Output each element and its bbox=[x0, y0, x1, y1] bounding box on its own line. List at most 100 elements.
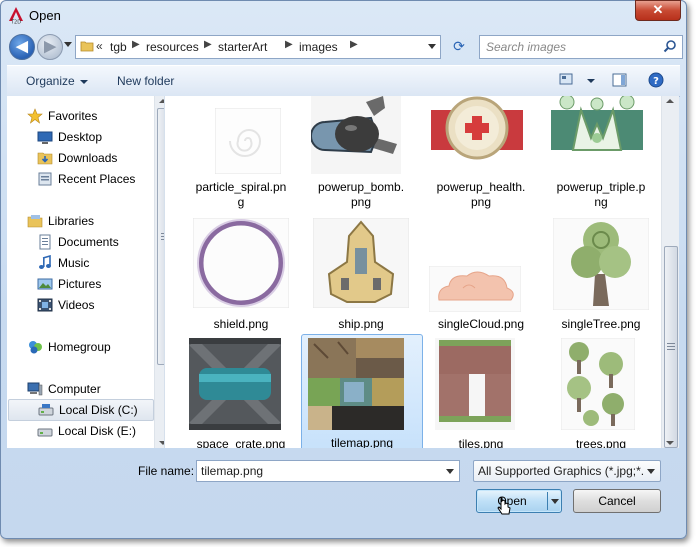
open-button[interactable]: Open bbox=[476, 489, 562, 513]
nav-label: Computer bbox=[48, 382, 101, 396]
nav-documents[interactable]: Documents bbox=[37, 232, 164, 252]
scroll-thumb[interactable] bbox=[157, 108, 164, 365]
file-list-scrollbar[interactable] bbox=[661, 96, 679, 448]
tilemap-thumbnail bbox=[308, 338, 404, 430]
forward-button[interactable]: ▶ bbox=[37, 34, 63, 60]
file-name: powerup_bomb. png bbox=[317, 180, 405, 209]
chevron-right-icon[interactable]: ▶ bbox=[285, 39, 293, 50]
preview-pane-icon[interactable] bbox=[612, 72, 628, 88]
chevron-down-icon[interactable] bbox=[647, 469, 655, 474]
file-item[interactable]: shield.png bbox=[181, 216, 301, 334]
nav-scrollbar[interactable] bbox=[154, 96, 164, 448]
downloads-folder-icon bbox=[37, 152, 53, 165]
open-dialog: T2D Open ✕ ◀ ▶ « tgb ▶ resources ▶ start… bbox=[0, 0, 687, 539]
desktop-icon bbox=[37, 131, 53, 144]
nav-label: Libraries bbox=[48, 214, 95, 228]
nav-music[interactable]: Music bbox=[37, 253, 164, 273]
breadcrumb-images[interactable]: images bbox=[299, 40, 338, 54]
grip-line bbox=[667, 343, 675, 344]
single-tree-thumbnail bbox=[553, 218, 649, 310]
close-button[interactable]: ✕ bbox=[635, 0, 681, 21]
file-list: particle_spiral.pn g powerup_bomb. png pow… bbox=[165, 96, 661, 448]
breadcrumb-tgb[interactable]: tgb bbox=[110, 40, 127, 54]
nav-label: Desktop bbox=[58, 130, 103, 144]
file-name: powerup_health. png bbox=[436, 180, 526, 209]
nav-homegroup[interactable]: Homegroup bbox=[27, 337, 164, 357]
scroll-thumb[interactable] bbox=[664, 246, 678, 448]
dialog-footer: File name: tilemap.png All Supported Gra… bbox=[1, 449, 686, 537]
chevron-down-icon[interactable] bbox=[446, 469, 454, 474]
chevron-right-icon[interactable]: ▶ bbox=[204, 39, 212, 50]
cancel-button[interactable]: Cancel bbox=[573, 489, 661, 513]
file-item[interactable]: trees.png bbox=[541, 336, 661, 448]
file-item[interactable]: tiles.png bbox=[421, 336, 541, 448]
nav-desktop[interactable]: Desktop bbox=[37, 127, 164, 147]
grip-line bbox=[667, 349, 675, 350]
nav-label: Pictures bbox=[58, 277, 102, 291]
recent-places-icon bbox=[38, 172, 52, 186]
file-item[interactable]: ship.png bbox=[301, 216, 421, 334]
libraries-icon bbox=[27, 215, 43, 228]
help-icon[interactable]: ? bbox=[648, 72, 664, 88]
nav-local-disk-c[interactable]: Local Disk (C:) bbox=[8, 399, 154, 421]
file-type-value: All Supported Graphics (*.jpg;*. bbox=[478, 464, 645, 478]
file-item[interactable]: powerup_health. png bbox=[421, 96, 541, 212]
breadcrumb-starterart[interactable]: starterArt bbox=[218, 40, 267, 54]
breadcrumb-resources[interactable]: resources bbox=[146, 40, 199, 54]
file-name-input[interactable]: tilemap.png bbox=[201, 464, 263, 478]
split-divider bbox=[547, 492, 548, 510]
nav-computer[interactable]: Computer bbox=[27, 379, 164, 399]
address-bar[interactable]: « tgb ▶ resources ▶ starterArt ▶ images … bbox=[75, 35, 441, 59]
address-dropdown-icon[interactable] bbox=[428, 44, 436, 49]
organize-button[interactable]: Organize bbox=[26, 74, 88, 88]
file-name-label: File name: bbox=[138, 464, 195, 478]
chevron-right-icon[interactable]: ▶ bbox=[350, 39, 358, 50]
nav-pictures[interactable]: Pictures bbox=[37, 274, 164, 294]
file-item[interactable]: space_crate.png bbox=[181, 336, 301, 448]
file-name-field[interactable]: tilemap.png bbox=[196, 460, 460, 482]
new-folder-button[interactable]: New folder bbox=[117, 74, 174, 88]
history-dropdown-icon[interactable] bbox=[64, 42, 72, 47]
file-type-filter[interactable]: All Supported Graphics (*.jpg;*. bbox=[473, 460, 661, 482]
nav-local-disk-e[interactable]: Local Disk (E:) bbox=[37, 421, 164, 441]
scroll-up-icon[interactable] bbox=[666, 99, 674, 103]
videos-icon bbox=[37, 298, 53, 312]
scroll-down-icon[interactable] bbox=[666, 441, 674, 445]
open-label: Open bbox=[497, 494, 527, 508]
window-title: Open bbox=[29, 8, 61, 23]
homegroup-icon bbox=[29, 341, 42, 354]
view-dropdown-icon[interactable] bbox=[587, 79, 595, 83]
nav-label: Homegroup bbox=[48, 340, 111, 354]
nav-label: Local Disk (E:) bbox=[58, 424, 137, 438]
nav-downloads[interactable]: Downloads bbox=[37, 148, 164, 168]
file-item[interactable]: powerup_triple.p ng bbox=[541, 96, 661, 212]
nav-recent-places[interactable]: Recent Places bbox=[37, 169, 164, 189]
shield-thumbnail bbox=[193, 218, 289, 308]
open-options-icon[interactable] bbox=[551, 499, 559, 504]
file-item[interactable]: powerup_bomb. png bbox=[301, 96, 421, 212]
grip-line bbox=[667, 346, 675, 347]
file-item[interactable]: singleCloud.png bbox=[421, 216, 541, 334]
file-item-selected[interactable]: tilemap.png bbox=[301, 334, 423, 448]
svg-text:T2D: T2D bbox=[10, 20, 21, 25]
file-name: space_crate.png bbox=[196, 437, 286, 448]
nav-videos[interactable]: Videos bbox=[37, 295, 164, 315]
breadcrumb-overflow[interactable]: « bbox=[96, 39, 103, 53]
file-name: particle_spiral.pn g bbox=[195, 180, 287, 209]
search-input[interactable]: Search images bbox=[486, 40, 566, 54]
chevron-right-icon[interactable]: ▶ bbox=[132, 39, 140, 50]
drive-icon bbox=[37, 428, 53, 437]
file-item[interactable]: singleTree.png bbox=[541, 216, 661, 334]
back-button[interactable]: ◀ bbox=[9, 34, 35, 60]
mouse-pointer-icon bbox=[497, 497, 511, 515]
search-icon[interactable] bbox=[663, 39, 677, 53]
nav-favorites[interactable]: Favorites bbox=[27, 106, 164, 126]
file-item[interactable]: particle_spiral.pn g bbox=[181, 96, 301, 212]
file-name: powerup_triple.p ng bbox=[556, 180, 646, 209]
refresh-icon[interactable]: ⟳ bbox=[447, 35, 471, 57]
nav-libraries[interactable]: Libraries bbox=[27, 211, 164, 231]
particle-spiral-thumbnail bbox=[215, 108, 281, 174]
search-box[interactable]: Search images bbox=[479, 35, 683, 59]
computer-icon bbox=[27, 382, 43, 396]
view-options-icon[interactable] bbox=[559, 72, 575, 86]
